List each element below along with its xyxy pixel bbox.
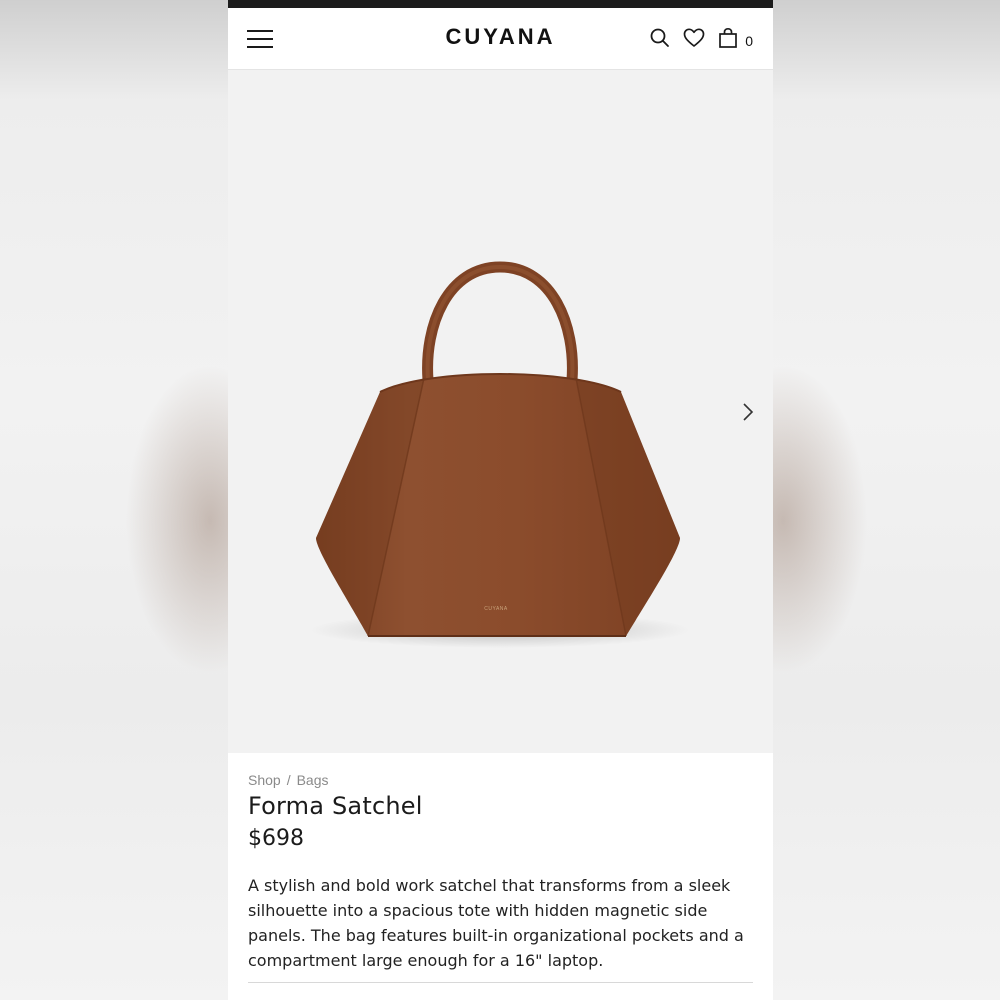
- site-header: CUYANA 0: [228, 8, 773, 70]
- header-actions: 0: [649, 27, 753, 49]
- cart-count[interactable]: 0: [745, 33, 753, 49]
- search-icon[interactable]: [649, 27, 671, 49]
- breadcrumb-shop[interactable]: Shop: [248, 772, 281, 788]
- product-image-carousel[interactable]: CUYANA: [228, 70, 773, 753]
- status-bar: [228, 0, 773, 8]
- heart-icon[interactable]: [683, 27, 705, 49]
- background-blur-right: [773, 0, 1000, 1000]
- breadcrumb-bags[interactable]: Bags: [297, 772, 329, 788]
- divider: [248, 982, 753, 983]
- product-price: $698: [248, 826, 304, 851]
- product-image: CUYANA: [310, 261, 690, 648]
- shopping-bag-icon[interactable]: [717, 27, 739, 49]
- bag-logo-mark: CUYANA: [484, 606, 508, 612]
- chevron-right-icon[interactable]: [736, 400, 760, 424]
- product-description: A stylish and bold work satchel that tra…: [248, 876, 744, 970]
- background-blur-left: [0, 0, 228, 1000]
- product-title: Forma Satchel: [248, 792, 423, 820]
- breadcrumb-separator: /: [286, 772, 291, 788]
- breadcrumb: Shop / Bags: [248, 772, 753, 788]
- product-info: Shop / Bags Forma Satchel $698 A stylish a…: [228, 753, 773, 973]
- mobile-page: CUYANA 0 CUYANA Shop / Bags Forma Satche…: [228, 0, 773, 1000]
